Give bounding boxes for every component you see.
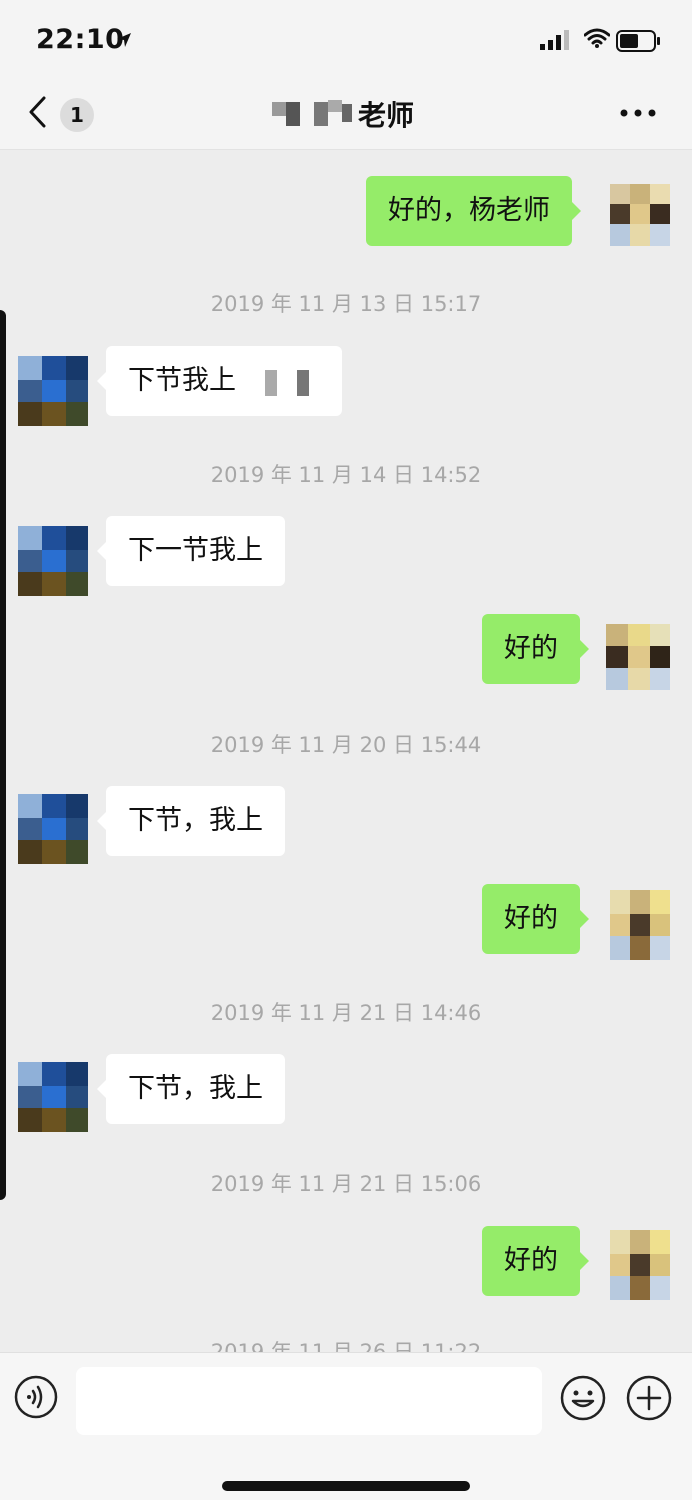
message-timestamp: 2019 年 11 月 20 日 15:44 <box>210 733 482 757</box>
my-avatar[interactable] <box>610 890 670 960</box>
outgoing-message-bubble[interactable]: 好的 <box>482 884 589 954</box>
message-timestamp: 2019 年 11 月 21 日 14:46 <box>210 1001 482 1025</box>
incoming-message-bubble[interactable]: 下节，我上 <box>97 1054 285 1124</box>
outgoing-message-bubble[interactable]: 好的 <box>482 1226 589 1296</box>
my-avatar[interactable] <box>610 1230 670 1300</box>
title-mosaic <box>272 100 352 126</box>
teacher-avatar[interactable] <box>18 526 88 596</box>
back-button[interactable]: 1 <box>24 90 104 134</box>
emoji-button[interactable] <box>560 1375 606 1421</box>
incoming-message-bubble[interactable]: 下节我上 <box>97 346 342 416</box>
my-avatar[interactable] <box>610 184 670 246</box>
chat-title: 老师 <box>272 92 414 136</box>
input-bar <box>0 1352 692 1500</box>
my-avatar[interactable] <box>606 624 670 690</box>
home-indicator <box>222 1481 470 1491</box>
more-icon <box>620 109 656 117</box>
incoming-message-bubble[interactable]: 下一节我上 <box>97 516 285 586</box>
incoming-message-bubble[interactable]: 下节，我上 <box>97 786 285 856</box>
status-time: 22:10 <box>36 24 125 55</box>
plus-icon <box>626 1375 672 1421</box>
teacher-avatar[interactable] <box>18 1062 88 1132</box>
voice-icon <box>14 1375 58 1419</box>
wifi-icon <box>583 27 611 53</box>
outgoing-message-bubble[interactable]: 好的，杨老师 <box>366 176 581 246</box>
incoming-message-text: 下节我上 <box>128 365 236 396</box>
message-timestamp: 2019 年 11 月 13 日 15:17 <box>210 292 482 316</box>
outgoing-message-bubble[interactable]: 好的 <box>482 614 589 684</box>
message-timestamp: 2019 年 11 月 14 日 14:52 <box>210 463 482 487</box>
message-input[interactable] <box>76 1367 542 1435</box>
teacher-avatar[interactable] <box>18 356 88 426</box>
plus-button[interactable] <box>626 1375 672 1421</box>
nav-bar: 1 老师 <box>0 82 692 150</box>
blurred-text <box>264 369 309 396</box>
chevron-left-icon <box>28 96 46 132</box>
emoji-icon <box>560 1375 606 1421</box>
signal-icon <box>540 30 574 54</box>
unread-badge: 1 <box>60 98 94 132</box>
chat-screen: 22:10 1 老师 好的，杨老师 2019 年 11 月 13 日 15:17… <box>0 0 692 1500</box>
more-button[interactable] <box>616 98 660 128</box>
message-timestamp: 2019 年 11 月 21 日 15:06 <box>210 1172 482 1196</box>
status-bar: 22:10 <box>0 0 692 82</box>
battery-icon <box>616 30 662 56</box>
chat-title-text: 老师 <box>358 99 415 132</box>
teacher-avatar[interactable] <box>18 794 88 864</box>
location-arrow-icon <box>116 32 132 52</box>
voice-button[interactable] <box>14 1375 58 1419</box>
